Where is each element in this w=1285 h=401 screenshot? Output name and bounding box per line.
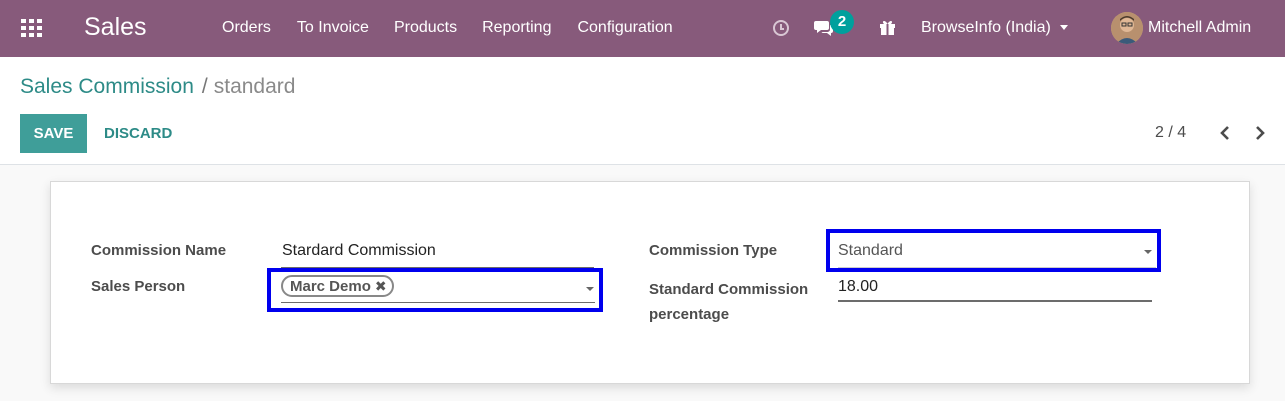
menu-products[interactable]: Products: [394, 19, 457, 37]
pager-value: 2 / 4: [1155, 124, 1187, 141]
breadcrumb-parent[interactable]: Sales Commission: [20, 75, 194, 98]
standard-pct-label-line2: percentage: [649, 306, 730, 323]
avatar[interactable]: [1111, 12, 1143, 44]
commission-type-label: Commission Type: [649, 242, 778, 259]
chevron-right-icon[interactable]: [1253, 125, 1267, 141]
discard-button[interactable]: DISCARD: [104, 125, 172, 142]
user-menu[interactable]: Mitchell Admin: [1148, 19, 1251, 37]
standard-pct-label: Standard Commission percentage: [649, 277, 808, 327]
standard-pct-label-line1: Standard Commission: [649, 281, 809, 298]
highlight-sales-person: [267, 268, 603, 312]
apps-grid-icon[interactable]: [21, 19, 42, 37]
commission-name-field[interactable]: Stardard Commission: [281, 242, 594, 268]
breadcrumb-current: standard: [213, 75, 296, 98]
gift-icon[interactable]: [879, 19, 896, 36]
company-name: BrowseInfo (India): [921, 19, 1051, 36]
company-switcher[interactable]: BrowseInfo (India): [921, 19, 1068, 37]
menu-orders[interactable]: Orders: [222, 19, 271, 37]
app-name[interactable]: Sales: [84, 13, 147, 42]
standard-pct-field[interactable]: 18.00: [838, 278, 1152, 302]
highlight-commission-type: [826, 229, 1161, 272]
chevron-left-icon[interactable]: [1218, 125, 1232, 141]
menu-reporting[interactable]: Reporting: [482, 19, 551, 37]
menu-to-invoice[interactable]: To Invoice: [297, 19, 369, 37]
form-sheet: Commission Name Stardard Commission Sale…: [50, 181, 1250, 384]
menu-configuration[interactable]: Configuration: [577, 19, 672, 37]
clock-icon[interactable]: [773, 20, 789, 36]
main-menu: Orders To Invoice Products Reporting Con…: [222, 19, 698, 37]
breadcrumb: Sales Commission / standard: [20, 75, 295, 99]
messages-badge[interactable]: 2: [830, 10, 854, 34]
save-button[interactable]: SAVE: [20, 114, 87, 153]
sales-person-label: Sales Person: [91, 278, 186, 295]
top-navbar: Sales Orders To Invoice Products Reporti…: [0, 0, 1285, 57]
breadcrumb-separator: /: [201, 75, 208, 98]
commission-name-label: Commission Name: [91, 242, 227, 259]
chevron-down-icon: [1059, 25, 1068, 31]
control-panel: Sales Commission / standard SAVE DISCARD 2…: [0, 57, 1285, 165]
